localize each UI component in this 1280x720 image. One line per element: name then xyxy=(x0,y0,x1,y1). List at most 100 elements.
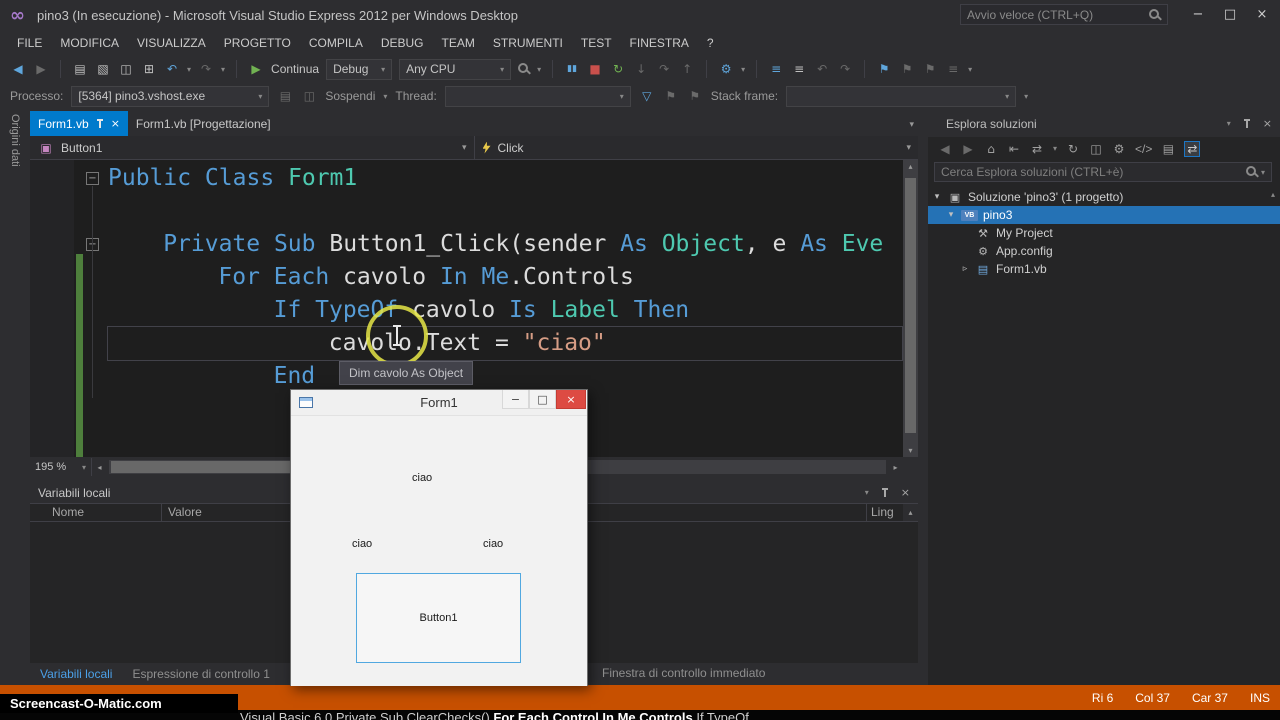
form-minimize-button[interactable]: − xyxy=(502,390,529,409)
form-close-button[interactable]: × xyxy=(556,390,586,409)
object-selector-combo[interactable]: ▣ Button1 ▾ xyxy=(30,136,475,159)
chevron-down-icon[interactable]: ▾ xyxy=(946,210,956,220)
continue-button[interactable]: Continua xyxy=(271,62,319,76)
step-into-icon[interactable]: ↓ xyxy=(633,62,649,76)
step-over-icon[interactable]: ↷ xyxy=(656,62,672,76)
code-line-4[interactable]: For Each cavolo In Me.Controls xyxy=(108,261,902,294)
preview-icon[interactable]: ▤ xyxy=(1161,142,1175,156)
process-detail-icon[interactable]: ▤ xyxy=(277,89,293,103)
menu-visualizza[interactable]: VISUALIZZA xyxy=(128,30,215,56)
button1[interactable]: Button1 xyxy=(356,573,521,663)
undo-history-icon[interactable]: ↶ xyxy=(814,62,830,76)
new-file-icon[interactable]: ▤ xyxy=(72,62,88,76)
editor-vertical-scrollbar[interactable]: ▴ ▾ xyxy=(903,160,918,457)
column-header-nome[interactable]: Nome xyxy=(30,504,162,521)
pin-icon[interactable] xyxy=(1242,118,1252,129)
scroll-down-icon[interactable]: ▾ xyxy=(903,446,918,455)
pin-icon[interactable] xyxy=(95,118,105,129)
breakpoint-margin[interactable] xyxy=(30,160,74,457)
solution-search-input[interactable]: Cerca Esplora soluzioni (CTRL+è) ▾ xyxy=(934,162,1272,182)
fold-toggle-icon[interactable]: − xyxy=(86,172,99,185)
filter-funnel-icon[interactable]: ▽ xyxy=(639,89,655,103)
refresh-icon[interactable]: ↻ xyxy=(1066,142,1080,156)
find-icon[interactable] xyxy=(518,63,530,75)
minimize-button[interactable]: − xyxy=(1182,0,1214,28)
redo-icon[interactable]: ↷ xyxy=(198,62,214,76)
gear-dropdown-icon[interactable]: ▾ xyxy=(741,65,745,74)
continue-play-icon[interactable]: ▶ xyxy=(248,62,264,76)
stack-frame-combo[interactable]: ▾ xyxy=(786,85,1017,107)
menu-debug[interactable]: DEBUG xyxy=(372,30,433,56)
scroll-right-icon[interactable]: ▸ xyxy=(888,463,903,472)
panel-tab-espressione-di-controllo-1[interactable]: Espressione di controllo 1 xyxy=(122,667,279,681)
menu-strumenti[interactable]: STRUMENTI xyxy=(484,30,572,56)
close-button[interactable]: × xyxy=(1246,0,1278,28)
platform-combo[interactable]: Any CPU ▾ xyxy=(399,58,512,80)
chevron-right-icon[interactable]: ▹ xyxy=(960,264,970,274)
stop-icon[interactable]: ■ xyxy=(587,62,603,76)
redo-dropdown-icon[interactable]: ▾ xyxy=(221,65,225,74)
data-sources-tab[interactable]: Origini dati xyxy=(9,114,21,167)
menu-finestra[interactable]: FINESTRA xyxy=(621,30,698,56)
prev-bookmark-icon[interactable]: ⚑ xyxy=(899,62,915,76)
scrollbar-thumb[interactable] xyxy=(905,178,916,433)
redo-history-icon[interactable]: ↷ xyxy=(837,62,853,76)
quick-launch-input[interactable]: Avvio veloce (CTRL+Q) xyxy=(960,4,1168,25)
save-all-icon[interactable]: ⊞ xyxy=(141,62,157,76)
tab-form1-vb-design[interactable]: Form1.vb [Progettazione] xyxy=(128,111,279,136)
flag-threads-icon[interactable]: ⚑ xyxy=(663,89,679,103)
toolbar-overflow-icon[interactable]: ▾ xyxy=(1024,92,1028,101)
chevron-down-icon[interactable]: ▾ xyxy=(1261,168,1265,177)
suspend-button[interactable]: Sospendi xyxy=(325,89,375,103)
close-icon[interactable]: × xyxy=(1263,117,1272,130)
chevron-down-icon[interactable]: ▾ xyxy=(932,192,942,202)
form1-app-window[interactable]: Form1 − □ × ciao ciao ciao Button1 xyxy=(290,389,588,686)
properties-gear-icon[interactable]: ⚙ xyxy=(1112,142,1126,156)
scroll-up-icon[interactable]: ▴ xyxy=(903,504,918,521)
tree-item-soluzione-pino3-1-progetto-[interactable]: ▾ ▣ Soluzione 'pino3' (1 progetto) xyxy=(928,188,1280,206)
menu-help[interactable]: ? xyxy=(698,30,723,56)
code-line-6[interactable]: cavolo.Text = "ciao" xyxy=(107,326,903,361)
output-list-icon[interactable]: ≡ xyxy=(791,62,807,76)
collapse-all-icon[interactable]: ⇤ xyxy=(1007,142,1021,156)
navigate-back-icon[interactable]: ◀ xyxy=(10,62,26,76)
pause-icon[interactable]: ▮▮ xyxy=(564,64,580,74)
maximize-button[interactable]: □ xyxy=(1214,0,1246,28)
zoom-combo[interactable]: 195 % ▾ xyxy=(30,458,92,476)
window-position-icon[interactable]: ▾ xyxy=(865,488,869,497)
sync-icon[interactable]: ⇄ xyxy=(1030,142,1044,156)
form1-title-bar[interactable]: Form1 − □ × xyxy=(291,390,587,416)
event-selector-combo[interactable]: Click ▾ xyxy=(475,136,919,159)
menu-progetto[interactable]: PROGETTO xyxy=(215,30,300,56)
flag-current-icon[interactable]: ⚑ xyxy=(687,89,703,103)
form-maximize-button[interactable]: □ xyxy=(529,390,556,409)
back-icon[interactable]: ◀ xyxy=(938,142,952,156)
code-line-2[interactable] xyxy=(108,195,902,228)
step-out-icon[interactable]: ↑ xyxy=(679,62,695,76)
column-header-ling[interactable]: Ling xyxy=(867,504,903,521)
process-detail2-icon[interactable]: ◫ xyxy=(301,89,317,103)
sync-with-active-document-icon[interactable]: ⇄ xyxy=(1184,140,1201,157)
breakpoints-list-icon[interactable]: ≡ xyxy=(768,62,784,76)
sync-dropdown-icon[interactable]: ▾ xyxy=(1053,144,1057,153)
tree-item-app-config[interactable]: ⚙ App.config xyxy=(928,242,1280,260)
close-tab-icon[interactable]: × xyxy=(111,117,120,130)
tree-item-form1-vb[interactable]: ▹ ▤ Form1.vb xyxy=(928,260,1280,278)
panel-tab-finestra-di-controllo-immediato[interactable]: Finestra di controllo immediato xyxy=(592,666,775,680)
bookmark-flag-icon[interactable]: ⚑ xyxy=(876,62,892,76)
undo-icon[interactable]: ↶ xyxy=(164,62,180,76)
scroll-up-icon[interactable]: ▴ xyxy=(1271,190,1275,199)
undo-dropdown-icon[interactable]: ▾ xyxy=(187,65,191,74)
restart-icon[interactable]: ↻ xyxy=(610,62,626,76)
scroll-up-icon[interactable]: ▴ xyxy=(903,162,918,171)
navigate-forward-icon[interactable]: ▶ xyxy=(33,62,49,76)
suspend-dropdown-icon[interactable]: ▾ xyxy=(383,92,387,101)
menu-modifica[interactable]: MODIFICA xyxy=(51,30,128,56)
tree-item-my-project[interactable]: ⚒ My Project xyxy=(928,224,1280,242)
next-bookmark-icon[interactable]: ⚑ xyxy=(922,62,938,76)
window-position-icon[interactable]: ▾ xyxy=(1227,119,1231,128)
thread-combo[interactable]: ▾ xyxy=(444,85,631,107)
save-icon[interactable]: ◫ xyxy=(118,62,134,76)
menu-file[interactable]: FILE xyxy=(8,30,51,56)
code-line-3[interactable]: Private Sub Button1_Click(sender As Obje… xyxy=(108,228,902,261)
